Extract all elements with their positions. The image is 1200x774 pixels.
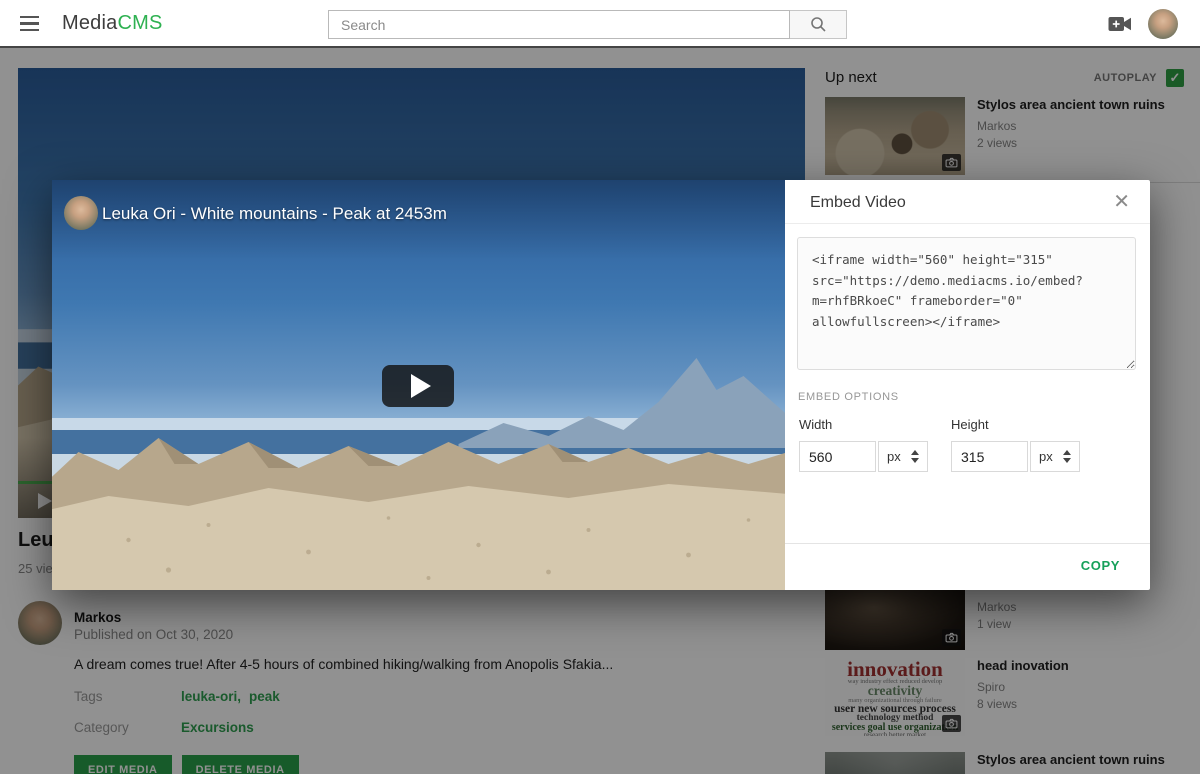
embed-video-modal: Leuka Ori - White mountains - Peak at 24… (52, 180, 1150, 590)
search-icon (810, 16, 827, 33)
copy-button[interactable]: COPY (1081, 558, 1120, 573)
search-box (328, 10, 847, 39)
height-unit-value: px (1039, 449, 1053, 464)
embed-code-textarea[interactable]: <iframe width="560" height="315" src="ht… (797, 237, 1136, 370)
logo-cms-text: CMS (117, 12, 162, 34)
close-icon[interactable]: ✕ (1113, 192, 1130, 212)
width-unit-select[interactable]: px (878, 441, 928, 472)
preview-play-button[interactable] (382, 365, 454, 407)
upload-video-icon[interactable] (1108, 15, 1132, 33)
height-unit-select[interactable]: px (1030, 441, 1080, 472)
hamburger-menu-icon[interactable] (20, 16, 39, 31)
spinner-arrows-icon (1063, 450, 1071, 463)
height-option-group: Height px (951, 417, 1080, 472)
user-avatar[interactable] (1148, 9, 1178, 39)
embed-options-panel: Embed Video ✕ <iframe width="560" height… (785, 180, 1150, 590)
width-option-group: Width px (799, 417, 928, 472)
width-unit-value: px (887, 449, 901, 464)
preview-author-avatar[interactable] (64, 196, 98, 230)
mediacms-logo[interactable]: MediaCMS (62, 12, 163, 35)
width-label: Width (799, 417, 928, 432)
top-header: MediaCMS (0, 0, 1200, 48)
logo-media-text: Media (62, 12, 117, 34)
height-label: Height (951, 417, 1080, 432)
modal-header-divider (785, 223, 1150, 224)
embed-preview-player[interactable]: Leuka Ori - White mountains - Peak at 24… (52, 180, 785, 590)
embed-options-label: EMBED OPTIONS (798, 391, 899, 403)
search-button[interactable] (790, 10, 847, 39)
preview-video-title[interactable]: Leuka Ori - White mountains - Peak at 24… (102, 204, 447, 224)
width-input[interactable] (799, 441, 876, 472)
modal-title: Embed Video (810, 194, 906, 212)
height-input[interactable] (951, 441, 1028, 472)
spinner-arrows-icon (911, 450, 919, 463)
search-input[interactable] (328, 10, 790, 39)
play-icon (411, 374, 431, 398)
modal-footer-divider (785, 543, 1150, 544)
